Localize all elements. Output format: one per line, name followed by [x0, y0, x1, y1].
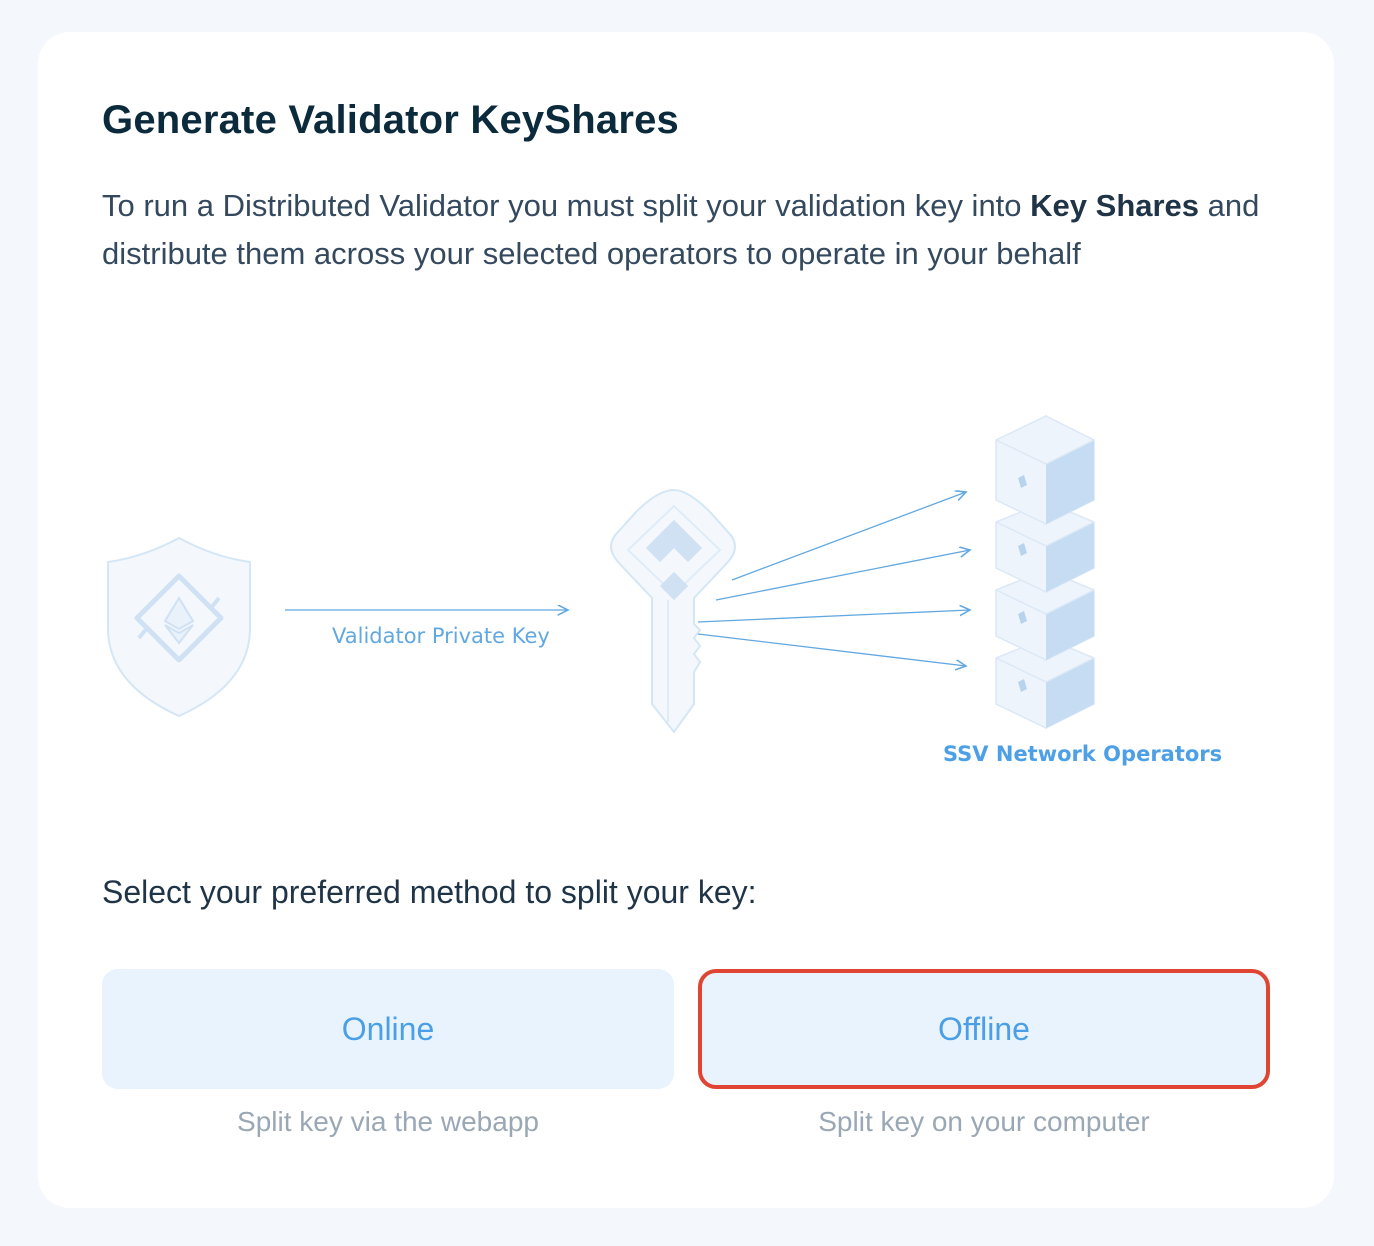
offline-button[interactable]: Offline: [698, 969, 1270, 1089]
distribution-arrows: [697, 492, 970, 666]
key-icon: [610, 488, 736, 734]
private-key-label: Validator Private Key: [332, 624, 550, 648]
keyshares-diagram: [107, 415, 1095, 734]
offline-caption: Split key on your computer: [818, 1106, 1150, 1137]
shield-ethereum-icon: [107, 536, 251, 718]
operator-server-icon: [995, 415, 1095, 729]
keyshares-card: Generate Validator KeyShares To run a Di…: [38, 32, 1334, 1208]
method-prompt: Select your preferred method to split yo…: [102, 874, 757, 910]
online-caption: Split key via the webapp: [237, 1106, 539, 1137]
operators-label: SSV Network Operators: [943, 742, 1223, 766]
online-button[interactable]: Online: [102, 969, 674, 1089]
